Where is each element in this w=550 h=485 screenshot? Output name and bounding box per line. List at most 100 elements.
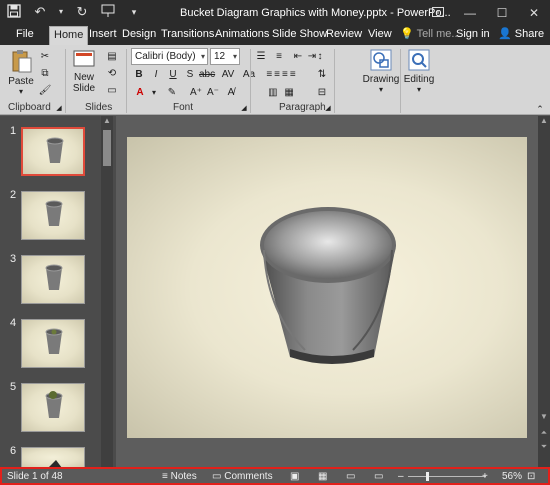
zoom-out-icon[interactable]: – [398,471,404,482]
previous-slide-icon[interactable]: ⏶ [538,428,550,438]
maximize-icon[interactable]: ☐ [486,0,518,26]
scroll-up-icon[interactable]: ▲ [538,116,550,125]
current-slide-canvas[interactable] [127,137,527,438]
bucket-thumbnail-icon [45,328,63,354]
editing-button[interactable]: Editing ▾ [402,49,436,94]
bold-icon[interactable]: B [133,67,145,83]
drawing-label: Drawing [362,74,400,85]
ribbon-display-options-icon[interactable] [422,0,454,26]
paste-button[interactable]: Paste ▾ [6,49,36,96]
scroll-up-icon[interactable]: ▲ [101,116,113,125]
font-color-icon[interactable]: A [133,85,147,101]
clear-formatting-icon[interactable]: A̸ [224,85,238,101]
normal-view-icon[interactable]: ▣ [290,471,299,482]
zoom-in-icon[interactable]: + [482,471,488,482]
close-icon[interactable]: ✕ [518,0,550,26]
save-icon[interactable] [6,4,22,20]
decrease-indent-icon[interactable]: ⇤ [292,49,304,65]
slide-scrollbar[interactable]: ▲ ▼ ⏶ ⏷ [538,116,550,467]
person-icon: 👤 [498,28,512,40]
thumbnail-slide-5[interactable] [21,383,85,432]
slideshow-view-icon[interactable]: ▭ [374,471,383,482]
undo-dropdown-icon[interactable]: ▾ [58,4,64,20]
italic-icon[interactable]: I [150,67,162,83]
clipboard-launcher-icon[interactable]: ◢ [55,101,63,117]
paste-dropdown-icon: ▾ [18,87,23,96]
columns-icon[interactable]: ▥ ▦ [254,85,310,101]
font-size-combo[interactable]: 12 ▾ [210,48,240,65]
tab-transitions[interactable]: Transitions [157,26,218,45]
reading-view-icon[interactable]: ▭ [346,471,355,482]
tab-animations[interactable]: Animations [211,26,273,45]
quick-access-toolbar: ↶ ▾ ↻ ▾ [6,4,142,20]
thumbnail-slide-3[interactable] [21,255,85,304]
tab-view[interactable]: View [364,26,396,45]
comments-label: Comments [224,471,273,482]
minimize-icon[interactable]: — [454,0,486,26]
layout-icon[interactable]: ▤ [103,49,121,65]
undo-icon[interactable]: ↶ [32,4,48,20]
slides-group-label: Slides [85,102,113,113]
thumbnail-slide-4[interactable] [21,319,85,368]
increase-font-icon[interactable]: A⁺ [190,85,202,101]
align-text-icon[interactable]: ⊟ [314,85,330,101]
zoom-level[interactable]: 56% [502,471,522,482]
tab-insert[interactable]: Insert [85,26,121,45]
tab-home[interactable]: Home [49,26,89,45]
tab-design[interactable]: Design [118,26,160,45]
chevron-down-icon[interactable]: ▾ [150,85,158,101]
slide-sorter-icon[interactable]: ▦ [318,471,327,482]
collapse-ribbon-icon[interactable]: ⌃ [535,101,545,117]
format-painter-icon[interactable]: 🖌 [38,83,52,99]
numbering-icon[interactable]: ≡ [272,49,286,65]
line-spacing-icon[interactable]: ↕ [312,49,328,65]
alignment-buttons[interactable]: ≡≡≡≡ [254,67,310,83]
window-controls: — ☐ ✕ [422,0,550,26]
sign-in-link[interactable]: Sign in [452,26,494,45]
thumbnail-slide-6[interactable] [21,447,85,468]
font-launcher-icon[interactable]: ◢ [240,101,248,117]
strikethrough-icon[interactable]: abc [199,67,215,83]
cut-icon[interactable]: ✂ [38,49,52,65]
new-slide-button[interactable]: New Slide [68,49,100,94]
customize-qat-icon[interactable]: ▾ [126,4,142,20]
paragraph-launcher-icon[interactable]: ◢ [324,101,332,117]
underline-icon[interactable]: U [167,67,179,83]
drawing-button[interactable]: Drawing ▾ [362,49,400,94]
section-icon[interactable]: ▭ [103,83,121,99]
copy-icon[interactable]: ⧉ [38,66,52,82]
reset-icon[interactable]: ⟲ [103,66,121,82]
next-slide-icon[interactable]: ⏷ [538,442,550,452]
status-bar: Slide 1 of 48 ≡ Notes ▭ Comments ▣ ▦ ▭ ▭… [0,467,550,485]
new-slide-icon [68,49,100,72]
divider [126,49,127,113]
share-button[interactable]: 👤 Share [494,26,548,45]
thumbnail-slide-2[interactable] [21,191,85,240]
scroll-down-icon[interactable]: ▼ [538,412,550,421]
character-spacing-icon[interactable]: AV [218,67,238,83]
fit-slide-icon[interactable]: ⊡ [527,471,535,482]
zoom-slider-thumb[interactable] [426,472,429,481]
new-slide-label: New Slide [72,72,96,94]
zoom-slider-track[interactable] [408,476,486,477]
thumbnail-scrollbar[interactable]: ▲ [101,116,113,467]
text-direction-icon[interactable]: ⇅ [314,67,330,83]
window-title: Bucket Diagram Graphics with Money.pptx … [180,7,451,19]
ribbon-tabs: File Home Insert Design Transitions Anim… [0,26,550,45]
decrease-font-icon[interactable]: A⁻ [207,85,219,101]
redo-icon[interactable]: ↻ [74,4,90,20]
paragraph-group-label: Paragraph [279,102,326,113]
notes-button[interactable]: ≡ Notes [162,471,197,482]
start-slideshow-icon[interactable] [100,4,116,20]
font-name-combo[interactable]: Calibri (Body) ▾ [131,48,208,65]
chevron-down-icon: ▾ [378,85,383,94]
chevron-down-icon: ▾ [416,85,421,94]
comments-button[interactable]: ▭ Comments [212,471,273,482]
tab-file[interactable]: File [12,26,38,45]
thumbnail-slide-1[interactable] [21,127,85,176]
highlight-icon[interactable]: ✎ [164,85,180,101]
scrollbar-thumb[interactable] [103,130,111,166]
bullets-icon[interactable]: ☰ [254,49,268,65]
tab-review[interactable]: Review [322,26,366,45]
text-shadow-icon[interactable]: S [184,67,196,83]
